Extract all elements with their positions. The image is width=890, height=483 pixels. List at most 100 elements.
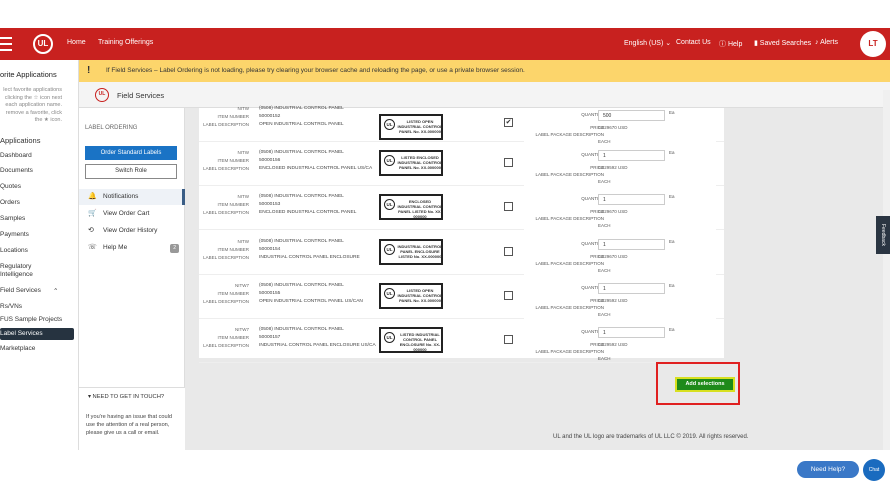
quantity-price-block: QUANTITY 1 Ea PRICE 0.029592 USD LABEL PACKAG… (524, 281, 716, 325)
menu-item-notifications[interactable]: 🔔 Notifications (79, 189, 185, 205)
app-rs-vns[interactable]: Rs/VNs (0, 303, 22, 310)
chat-icon: ☏ (88, 244, 97, 251)
unit-ea: Ea (669, 327, 675, 332)
nav-home[interactable]: Home (67, 39, 86, 46)
item-number-label: ITEM NUMBER (217, 202, 250, 207)
label-preview-text: LISTED INDUSTRIAL CONTROL PANEL ENCLOSUR… (399, 332, 441, 352)
quantity-input[interactable]: 1 (598, 150, 665, 161)
row-code: NITW7 (235, 327, 249, 332)
add-selections-highlight: Add selections (656, 362, 740, 405)
help-icon: ⓘ (719, 41, 728, 48)
menu-item-view-order-history[interactable]: ⟲ View Order History (79, 223, 185, 239)
price-label: PRICE (590, 165, 604, 170)
quantity-label: QUANTITY (581, 285, 604, 290)
quantity-price-block: QUANTITY 500 Ea PRICE 0.029670 USD LABEL PACK… (524, 108, 716, 152)
quantity-input[interactable]: 1 (598, 194, 665, 205)
app-fus-sample-projects[interactable]: FUS Sample Projects (0, 316, 62, 323)
chat-button[interactable]: Chat (863, 459, 885, 481)
select-checkbox[interactable] (504, 158, 513, 167)
app-samples[interactable]: Samples (0, 215, 25, 222)
price-value: 0.029592 USD (598, 298, 628, 303)
ul-mark-icon: UL (384, 199, 395, 210)
label-preview-text: LISTED ENCLOSED INDUSTRIAL CONTROL PANEL… (397, 155, 443, 170)
item-number-value: 50000153 (259, 202, 281, 207)
app-documents[interactable]: Documents (0, 167, 33, 174)
nav-training-offerings[interactable]: Training Offerings (98, 39, 153, 46)
nav-contact-us[interactable]: Contact Us (676, 39, 711, 46)
copyright-text: UL and the UL logo are trademarks of UL … (553, 434, 749, 440)
unit-ea: Ea (669, 194, 675, 199)
select-checkbox[interactable] (504, 335, 513, 344)
ul-small-logo: UL (95, 88, 109, 102)
order-standard-labels-button[interactable]: Order Standard Labels (85, 146, 177, 160)
nav-saved-searches[interactable]: ▮ Saved Searches (754, 39, 811, 47)
app-field-services[interactable]: Field Services ⌃ (0, 287, 58, 295)
package-description-value: EACH (598, 139, 611, 144)
package-description-label: LABEL PACKAGE DESCRIPTION (535, 261, 604, 266)
language-selector[interactable]: English (US) ⌄ (624, 39, 671, 47)
app-locations[interactable]: Locations (0, 247, 28, 254)
app-dashboard[interactable]: Dashboard (0, 152, 32, 159)
price-label: PRICE (590, 125, 604, 130)
scrollbar[interactable] (883, 90, 890, 450)
item-number-label: ITEM NUMBER (217, 114, 250, 119)
price-label: PRICE (590, 298, 604, 303)
quantity-input[interactable]: 500 (598, 110, 665, 121)
get-in-touch-panel: ▾ NEED TO GET IN TOUCH? If you're having… (79, 387, 185, 450)
app-marketplace[interactable]: Marketplace (0, 345, 35, 352)
item-number-value: 50000156 (259, 158, 281, 163)
history-icon: ⟲ (88, 227, 94, 234)
hamburger-menu-icon[interactable] (0, 37, 12, 51)
add-selections-button[interactable]: Add selections (675, 377, 735, 392)
ul-mark-icon: UL (384, 288, 395, 299)
label-description-value: ENCLOSED INDUSTRIAL CONTROL PANEL US/CA (259, 166, 373, 171)
nav-alerts[interactable]: ♪ Alerts (815, 39, 838, 46)
app-orders[interactable]: Orders (0, 199, 20, 206)
app-label-services[interactable]: Label Services (0, 328, 74, 340)
row-title: (0508) INDUSTRIAL CONTROL PANEL (259, 150, 344, 155)
price-value: 0.029592 USD (598, 165, 628, 170)
switch-role-button[interactable]: Switch Role (85, 164, 177, 179)
item-number-label: ITEM NUMBER (217, 335, 250, 340)
app-quotes[interactable]: Quotes (0, 183, 21, 190)
quantity-label: QUANTITY (581, 196, 604, 201)
ul-logo[interactable]: UL (33, 34, 53, 54)
menu-item-help-me[interactable]: ☏ Help Me 2 (79, 240, 185, 256)
select-checkbox[interactable]: ✔ (504, 118, 513, 127)
price-label: PRICE (590, 342, 604, 347)
item-number-value: 50000155 (259, 291, 281, 296)
quantity-input[interactable]: 1 (598, 283, 665, 294)
package-description-label: LABEL PACKAGE DESCRIPTION (535, 305, 604, 310)
main-content: NITW (0508) INDUSTRIAL CONTROL PANEL ITEM … (185, 106, 883, 450)
select-checkbox[interactable] (504, 202, 513, 211)
package-description-label: LABEL PACKAGE DESCRIPTION (535, 132, 604, 137)
quantity-input[interactable]: 1 (598, 239, 665, 250)
package-description-label: LABEL PACKAGE DESCRIPTION (535, 216, 604, 221)
user-avatar[interactable]: LT (860, 31, 886, 57)
select-checkbox[interactable] (504, 247, 513, 256)
row-code: NITW7 (235, 283, 249, 288)
feedback-tab[interactable]: Feedback (876, 216, 890, 254)
ul-mark-icon: UL (384, 244, 395, 255)
nav-help[interactable]: ⓘ Help (719, 39, 742, 49)
quantity-input[interactable]: 1 (598, 327, 665, 338)
package-description-value: EACH (598, 223, 611, 228)
label-description-value: INDUSTRIAL CONTROL PANEL ENCLOSURE US/CA (259, 343, 376, 348)
item-number-label: ITEM NUMBER (217, 291, 250, 296)
price-value: 0.029670 USD (598, 209, 628, 214)
app-payments[interactable]: Payments (0, 231, 29, 238)
menu-item-view-order-cart[interactable]: 🛒 View Order Cart (79, 206, 185, 222)
need-help-button[interactable]: Need Help? (797, 461, 859, 478)
label-preview-image: UL ENCLOSED INDUSTRIAL CONTROL PANEL LIST… (379, 194, 443, 220)
select-checkbox[interactable] (504, 291, 513, 300)
app-regulatory-intelligence[interactable]: Regulatory Intelligence (0, 263, 40, 279)
favorites-hint: lect favorite applications clicking the … (3, 87, 62, 123)
unit-ea: Ea (669, 110, 675, 115)
quantity-price-column: QUANTITY 500 Ea PRICE 0.029670 USD LABEL PACK… (524, 108, 716, 361)
get-in-touch-heading[interactable]: ▾ NEED TO GET IN TOUCH? (88, 394, 164, 400)
favorites-title: orite Applications (0, 70, 57, 79)
favorites-sidebar: orite Applications lect favorite applica… (0, 60, 79, 450)
package-description-value: EACH (598, 312, 611, 317)
bell-icon: 🔔 (88, 193, 97, 200)
top-navigation-bar: UL Home Training Offerings English (US) … (0, 28, 890, 60)
